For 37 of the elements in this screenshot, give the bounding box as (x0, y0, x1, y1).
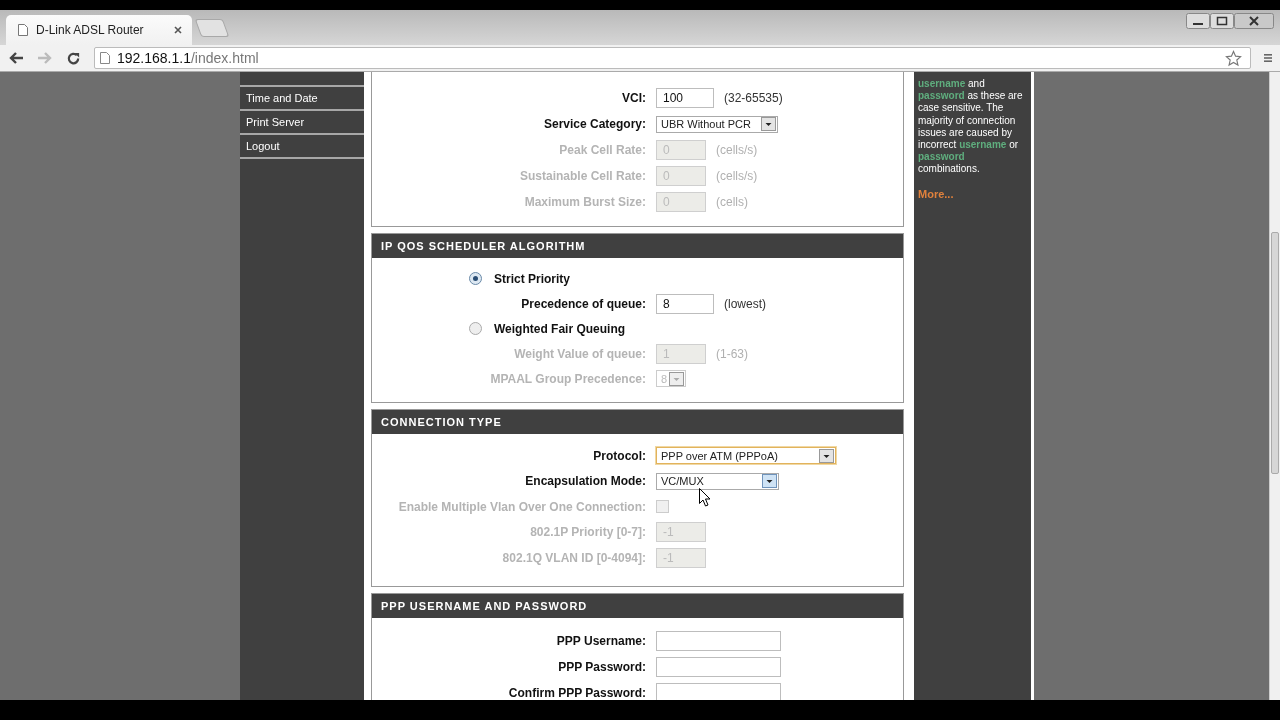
input-field[interactable]: 8 (656, 293, 714, 314)
hint-text: (lowest) (724, 296, 766, 311)
field-label: MPAAL Group Precedence: (489, 371, 646, 386)
address-bar[interactable]: 192.168.1.1/index.html (94, 47, 1251, 69)
hint-text: (cells/s) (716, 169, 758, 183)
section-header: CONNECTION TYPE (372, 410, 903, 434)
dropdown[interactable]: UBR Without PCR (656, 115, 778, 133)
field-label: 802.1P Priority [0-7]: (529, 525, 646, 540)
field-label: Confirm PPP Password: (507, 685, 646, 700)
hint-text: (1-63) (716, 346, 748, 361)
more-link[interactable]: More... (918, 187, 1028, 200)
field-label: 802.1Q VLAN ID [0-4094]: (501, 550, 646, 565)
help-text: username and password as these are case sensitive. The majority of connection issues are caused by incorrect username or password combinations. (918, 78, 1024, 176)
browser-tab[interactable]: D-Link ADSL Router (6, 15, 192, 45)
option-label: Strict Priority (494, 271, 571, 286)
input-field[interactable]: 100 (656, 88, 714, 108)
field-label: Precedence of queue: (520, 296, 646, 311)
section-header: PPP USERNAME AND PASSWORD (372, 593, 903, 618)
field-label: Enable Multiple Vlan Over One Connection: (397, 499, 646, 514)
field-label: Sustainable Cell Rate: (518, 169, 646, 183)
dropdown[interactable]: VC/MUX (656, 472, 779, 490)
option-label: Weighted Fair Queuing (494, 321, 626, 336)
field-label: Service Category: (542, 117, 646, 131)
field-label: Peak Cell Rate: (558, 143, 646, 157)
dropdown[interactable]: PPP over ATM (PPPoA) (656, 447, 836, 465)
section-header: IP QOS SCHEDULER ALGORITHM (372, 234, 903, 258)
field-label: Encapsulation Mode: (524, 474, 646, 489)
field-label: Maximum Burst Size: (523, 195, 646, 209)
hint-text: (32-65535) (724, 91, 783, 105)
field-label: Protocol: (592, 448, 646, 463)
hint-text: (cells) (716, 195, 748, 209)
tab-title: D-Link ADSL Router (36, 23, 145, 37)
field-label: PPP Username: (555, 633, 646, 648)
field-label: Weight Value of queue: (513, 346, 646, 361)
field-label: VCI: (621, 91, 646, 105)
hint-text: (cells/s) (716, 143, 758, 157)
field-label: PPP Password: (557, 659, 646, 674)
